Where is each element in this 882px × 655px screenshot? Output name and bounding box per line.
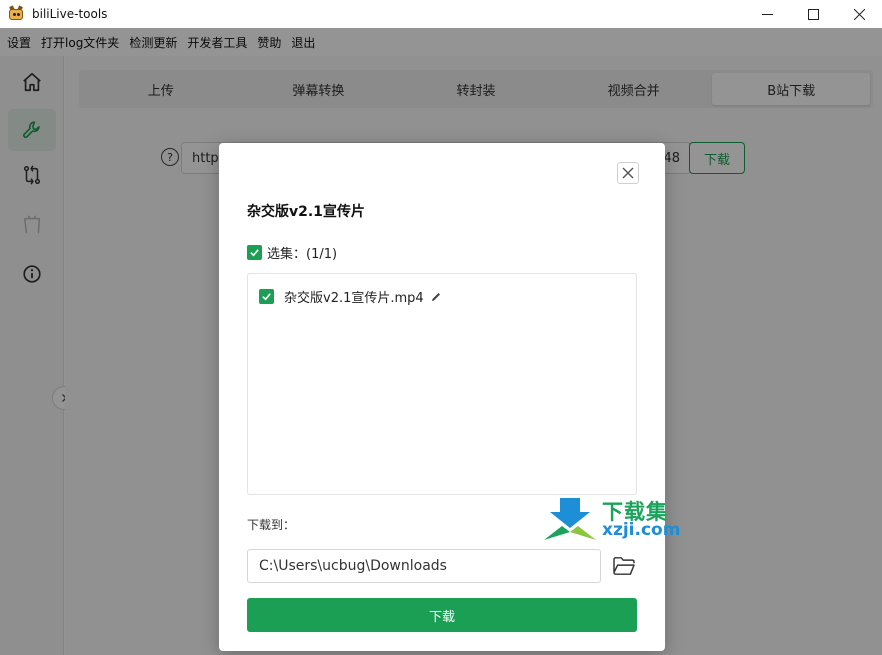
folder-open-icon [613, 557, 635, 575]
save-location-label: 下载到： [247, 518, 296, 532]
save-path-input[interactable]: C:\Users\ucbug\Downloads [247, 549, 601, 583]
maximize-button[interactable] [790, 0, 836, 28]
watermark: 下载集 xzji.com [544, 496, 684, 542]
file-list: 杂交版v2.1宣传片.mp4 下载集 xzji.com [247, 273, 680, 540]
file-checkbox[interactable] [259, 289, 274, 304]
watermark-url: xzji.com [602, 520, 681, 540]
confirm-download-button[interactable]: 下载 [247, 598, 637, 632]
dialog-close-button[interactable] [617, 162, 639, 184]
browse-folder-button[interactable] [611, 554, 637, 578]
minimize-button[interactable] [744, 0, 790, 28]
dialog-title: 杂交版v2.1宣传片 [247, 204, 365, 220]
app-logo-icon [8, 5, 24, 22]
file-name: 杂交版v2.1宣传片.mp4 [284, 291, 424, 306]
maximize-icon [807, 8, 819, 20]
checkmark-icon [262, 293, 271, 301]
minimize-icon [761, 13, 773, 15]
close-icon [853, 8, 865, 20]
select-all-row: 选集：(1/1) [247, 243, 337, 262]
close-icon [622, 167, 634, 179]
watermark-logo-icon [544, 498, 596, 540]
select-all-checkbox[interactable] [247, 245, 262, 260]
window-controls [744, 0, 882, 28]
download-dialog: 杂交版v2.1宣传片 选集：(1/1) 杂交版v2.1宣传片.mp4 下载集 x… [219, 143, 680, 651]
checkmark-icon [250, 249, 259, 257]
select-all-label: 选集：(1/1) [267, 247, 338, 262]
list-item: 杂交版v2.1宣传片.mp4 [259, 287, 442, 306]
close-window-button[interactable] [836, 0, 882, 28]
title-bar: biliLive-tools [0, 0, 882, 28]
window-title: biliLive-tools [32, 7, 108, 21]
pencil-icon[interactable] [430, 291, 442, 303]
